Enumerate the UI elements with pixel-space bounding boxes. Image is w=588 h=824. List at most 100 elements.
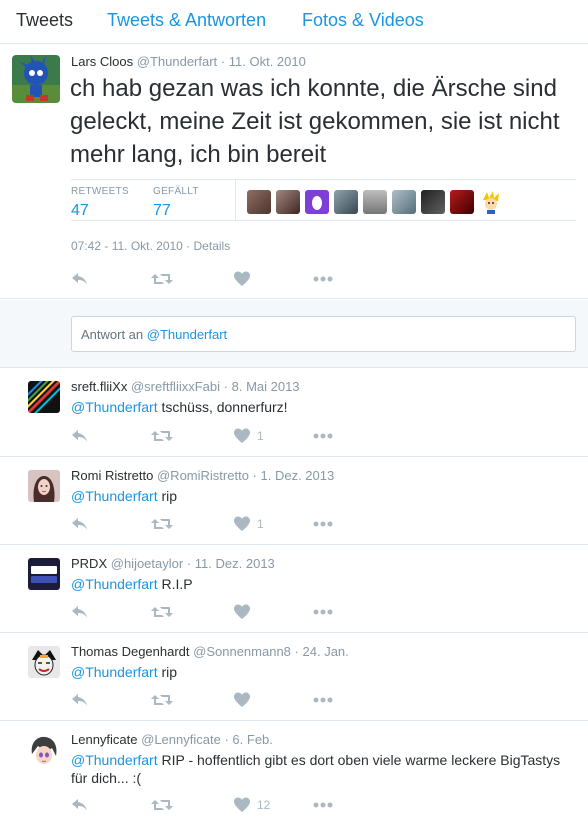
author-handle[interactable]: @sreftfliixxFabi (131, 379, 220, 394)
author-name[interactable]: sreft.fliiXx (71, 379, 127, 394)
tweet-timestamp[interactable]: 07:42 - 11. Okt. 2010 · Details (71, 239, 230, 253)
retweet-button[interactable] (151, 796, 173, 816)
heart-icon (234, 692, 250, 707)
more-button[interactable] (313, 270, 333, 290)
reply-button[interactable] (71, 603, 89, 623)
more-button[interactable] (313, 796, 333, 816)
avatar[interactable] (28, 381, 60, 413)
reply-tweet[interactable]: PRDX @hijoetaylor · 11. Dez. 2013 @Thund… (0, 546, 588, 633)
liker-avatar[interactable] (334, 190, 358, 214)
tweet-date[interactable]: 1. Dez. 2013 (261, 468, 335, 483)
liker-avatar[interactable] (247, 190, 271, 214)
reply-mention: @Thunderfart (146, 327, 228, 342)
reply-button[interactable] (71, 691, 89, 711)
retweet-button[interactable] (151, 427, 173, 447)
avatar[interactable] (28, 734, 60, 766)
reply-tweet[interactable]: Romi Ristretto @RomiRistretto · 1. Dez. … (0, 458, 588, 545)
author-name[interactable]: Lennyficate (71, 732, 138, 747)
tweet-date[interactable]: 8. Mai 2013 (232, 379, 300, 394)
retweet-button[interactable] (151, 603, 173, 623)
author-handle[interactable]: @RomiRistretto (157, 468, 249, 483)
retweet-button[interactable] (151, 515, 173, 535)
tab-tweets-and-replies[interactable]: Tweets & Antworten (107, 10, 266, 31)
tweet-actions: 1 (71, 515, 333, 535)
liker-avatar[interactable] (276, 190, 300, 214)
reply-button[interactable] (71, 515, 89, 535)
tab-tweets[interactable]: Tweets (16, 10, 73, 31)
mention-link[interactable]: @Thunderfart (71, 488, 158, 504)
avatar-image (28, 734, 60, 766)
more-icon (313, 697, 333, 703)
like-count: 1 (257, 429, 264, 443)
retweet-icon (151, 519, 173, 529)
separator: · (220, 54, 226, 69)
retweet-stat[interactable]: RETWEETS 47 (71, 186, 129, 220)
like-button[interactable] (233, 270, 251, 290)
reply-icon (72, 518, 87, 530)
retweet-icon (151, 695, 173, 705)
more-button[interactable] (313, 427, 333, 447)
more-button[interactable] (313, 691, 333, 711)
like-stat[interactable]: GEFÄLLT 77 (153, 186, 199, 220)
author-name[interactable]: Romi Ristretto (71, 468, 153, 483)
liker-avatar[interactable] (363, 190, 387, 214)
tweet-stats: RETWEETS 47 GEFÄLLT 77 (71, 179, 576, 221)
liker-avatar[interactable] (421, 190, 445, 214)
mention-link[interactable]: @Thunderfart (71, 576, 158, 592)
likes-label: GEFÄLLT (153, 186, 199, 197)
tweet-actions: 1 (71, 427, 333, 447)
author-handle[interactable]: @hijoetaylor (111, 556, 183, 571)
like-button[interactable]: 1 (233, 515, 273, 535)
like-button[interactable] (233, 603, 273, 623)
reply-tweet[interactable]: Lennyficate @Lennyficate · 6. Feb. @Thun… (0, 722, 588, 824)
more-icon (313, 433, 333, 439)
tweet-date[interactable]: 6. Feb. (232, 732, 272, 747)
tweet-actions (71, 603, 333, 623)
author-name[interactable]: Thomas Degenhardt (71, 644, 190, 659)
like-button[interactable] (233, 691, 273, 711)
like-count: 1 (257, 517, 264, 531)
avatar[interactable] (28, 646, 60, 678)
liker-avatar[interactable] (392, 190, 416, 214)
avatar[interactable] (28, 470, 60, 502)
mention-link[interactable]: @Thunderfart (71, 752, 158, 768)
more-icon (313, 276, 333, 282)
liker-avatar[interactable] (305, 190, 329, 214)
like-button[interactable]: 12 (233, 796, 273, 816)
tweet-date[interactable]: 11. Okt. 2010 (229, 54, 306, 69)
reply-button[interactable] (71, 427, 89, 447)
egg-icon (312, 196, 322, 210)
retweet-button[interactable] (151, 270, 173, 290)
mention-link[interactable]: @Thunderfart (71, 399, 158, 415)
tweet-date[interactable]: 24. Jan. (303, 644, 349, 659)
liker-avatar[interactable] (479, 190, 503, 214)
like-button[interactable]: 1 (233, 427, 273, 447)
retweet-icon (151, 800, 173, 810)
author-name[interactable]: PRDX (71, 556, 107, 571)
separator: · (223, 379, 228, 394)
more-button[interactable] (313, 515, 333, 535)
mention-link[interactable]: @Thunderfart (71, 664, 158, 680)
reply-tweet[interactable]: Thomas Degenhardt @Sonnenmann8 · 24. Jan… (0, 634, 588, 721)
more-button[interactable] (313, 603, 333, 623)
reply-icon (72, 694, 87, 706)
reply-button[interactable] (71, 270, 89, 290)
author-handle[interactable]: @Lennyficate (141, 732, 221, 747)
reply-tweet[interactable]: sreft.fliiXx @sreftfliixxFabi · 8. Mai 2… (0, 369, 588, 457)
avatar[interactable] (28, 558, 60, 590)
reply-button[interactable] (71, 796, 89, 816)
tweet-actions (71, 270, 333, 290)
author-handle[interactable]: @Sonnenmann8 (193, 644, 291, 659)
retweet-button[interactable] (151, 691, 173, 711)
tweet-text: @Thunderfart tschüss, donnerfurz! (71, 398, 576, 416)
author-name[interactable]: Lars Cloos (71, 54, 133, 69)
tweet-text: ch hab gezan was ich konnte, die Ärsche … (70, 75, 560, 168)
liker-avatar[interactable] (450, 190, 474, 214)
author-handle[interactable]: @Thunderfart (137, 54, 217, 69)
avatar[interactable] (12, 55, 60, 103)
heart-icon (234, 797, 250, 812)
tweet-date[interactable]: 11. Dez. 2013 (195, 556, 275, 571)
tweet-text: @Thunderfart rip (71, 663, 576, 681)
tab-photos-videos[interactable]: Fotos & Videos (302, 10, 424, 31)
reply-input[interactable]: Antwort an @Thunderfart (71, 316, 576, 352)
